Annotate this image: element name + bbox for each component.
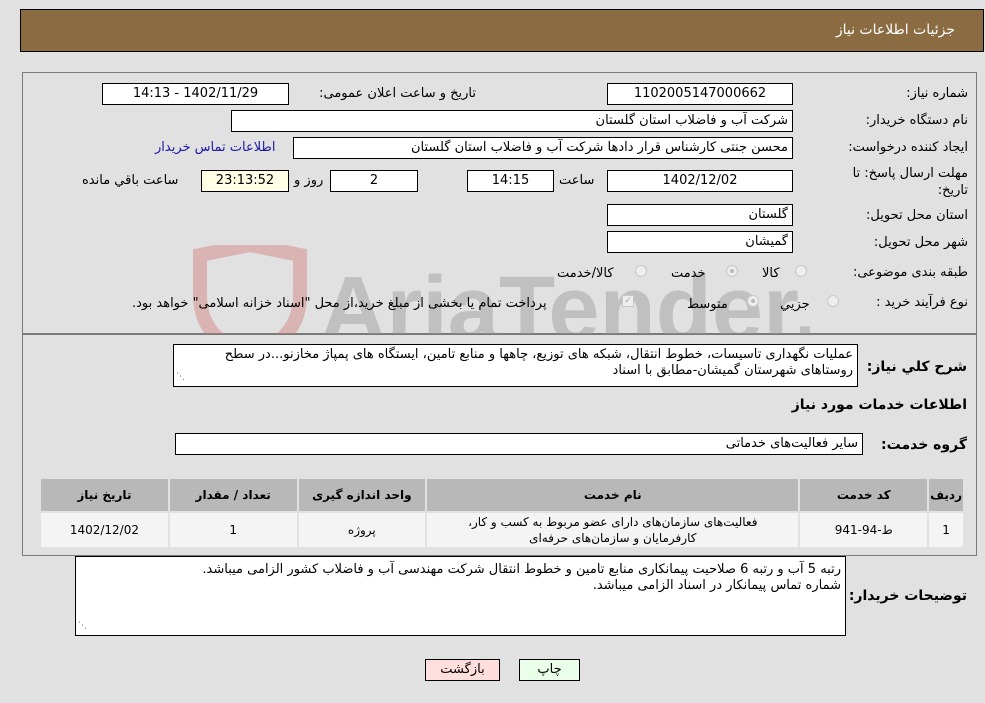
category-option-service: خدمت xyxy=(671,266,706,281)
buyer-org-field[interactable]: شرکت آب و فاضلاب استان گلستان xyxy=(231,110,793,132)
description-label: شرح کلي نیاز: xyxy=(866,359,967,375)
announce-datetime-field[interactable]: 1402/11/29 - 14:13 xyxy=(102,83,289,105)
requester-label: ایجاد کننده درخواست: xyxy=(848,140,968,155)
deadline-label-line1: مهلت ارسال پاسخ: تا xyxy=(852,166,968,181)
category-radio-goods-service[interactable] xyxy=(635,265,647,277)
cell-row-number: 1 xyxy=(927,511,965,549)
buyer-notes-textarea[interactable]: رتبه 5 آب و رتبه 6 صلاحیت پیمانکاری مناب… xyxy=(75,556,846,636)
need-number-field[interactable]: 1102005147000662 xyxy=(607,83,793,105)
resize-grip-icon[interactable]: ⋰ xyxy=(176,369,185,385)
print-button[interactable]: چاپ xyxy=(519,659,580,681)
services-section-title: اطلاعات خدمات مورد نیاز xyxy=(791,397,967,413)
buyer-notes-line2: شماره تماس پیمانکار در اسناد الزامی میبا… xyxy=(592,578,841,593)
need-number-label: شماره نیاز: xyxy=(906,86,968,101)
process-radio-medium[interactable] xyxy=(747,295,759,307)
buyer-notes-label: توضیحات خریدار: xyxy=(848,588,967,604)
col-unit: واحد اندازه گیری xyxy=(296,477,428,513)
process-option-medium: متوسط xyxy=(687,297,728,312)
announce-datetime-label: تاریخ و ساعت اعلان عمومی: xyxy=(319,86,476,101)
description-textarea[interactable]: عملیات نگهداری تاسیسات، خطوط انتقال، شبک… xyxy=(173,344,858,387)
process-option-minor: جزیي xyxy=(780,297,810,312)
page-header: جزئیات اطلاعات نیاز xyxy=(20,9,984,52)
delivery-province-field[interactable]: گلستان xyxy=(607,204,793,226)
cell-service-name: فعالیت‌های سازمان‌های دارای عضو مربوط به… xyxy=(425,511,801,549)
requester-field[interactable]: محسن جنتی کارشناس قرار دادها شرکت آب و ف… xyxy=(293,137,793,159)
category-radio-service[interactable] xyxy=(726,265,738,277)
payment-checkbox[interactable]: ✓ xyxy=(622,295,634,307)
back-button[interactable]: بازگشت xyxy=(425,659,500,681)
category-label: طبقه بندی موضوعی: xyxy=(852,265,968,280)
cell-service-code: ط-94-941 xyxy=(798,511,930,549)
cell-need-date: 1402/12/02 xyxy=(39,511,170,549)
deadline-time-label: ساعت xyxy=(559,173,595,188)
category-radio-goods[interactable] xyxy=(795,265,807,277)
purchase-process-label: نوع فرآیند خرید : xyxy=(876,295,968,310)
table-row: 1 ط-94-941 فعالیت‌های سازمان‌های دارای ع… xyxy=(39,511,965,549)
remaining-time-label: ساعت باقي مانده xyxy=(82,173,179,188)
col-service-name: نام خدمت xyxy=(425,477,801,513)
process-radio-minor[interactable] xyxy=(827,295,839,307)
services-table: ردیف کد خدمت نام خدمت واحد اندازه گیری ت… xyxy=(39,477,965,549)
delivery-city-field[interactable]: گمیشان xyxy=(607,231,793,253)
table-header-row: ردیف کد خدمت نام خدمت واحد اندازه گیری ت… xyxy=(39,477,965,513)
delivery-province-label: استان محل تحویل: xyxy=(866,208,968,223)
delivery-city-label: شهر محل تحویل: xyxy=(873,235,968,250)
remaining-time-field: 23:13:52 xyxy=(201,170,289,192)
col-service-code: کد خدمت xyxy=(798,477,930,513)
col-row-number: ردیف xyxy=(927,477,965,513)
remaining-days-field[interactable]: 2 xyxy=(330,170,418,192)
col-need-date: تاریخ نیاز xyxy=(39,477,170,513)
deadline-date-field[interactable]: 1402/12/02 xyxy=(607,170,793,192)
buyer-org-label: نام دستگاه خریدار: xyxy=(865,113,968,128)
service-group-label: گروه خدمت: xyxy=(881,437,967,453)
resize-grip-icon[interactable]: ⋰ xyxy=(78,618,87,634)
service-group-field[interactable]: سایر فعالیت‌های خدماتی xyxy=(175,433,863,455)
payment-note: پرداخت تمام یا بخشی از مبلغ خرید،از محل … xyxy=(132,296,547,311)
cell-quantity: 1 xyxy=(167,511,299,549)
deadline-label-line2: تاریخ: xyxy=(937,183,968,198)
description-text: عملیات نگهداری تاسیسات، خطوط انتقال، شبک… xyxy=(224,347,853,378)
days-label: روز و xyxy=(294,173,324,188)
buyer-contact-link[interactable]: اطلاعات تماس خریدار xyxy=(155,140,275,155)
cell-unit: پروژه xyxy=(296,511,428,549)
deadline-time-field[interactable]: 14:15 xyxy=(467,170,554,192)
col-quantity: تعداد / مقدار xyxy=(167,477,299,513)
category-option-goods-service: کالا/خدمت xyxy=(557,266,614,281)
page-title: جزئیات اطلاعات نیاز xyxy=(835,22,955,38)
buyer-notes-line1: رتبه 5 آب و رتبه 6 صلاحیت پیمانکاری مناب… xyxy=(202,562,841,577)
category-option-goods: کالا xyxy=(762,266,780,281)
